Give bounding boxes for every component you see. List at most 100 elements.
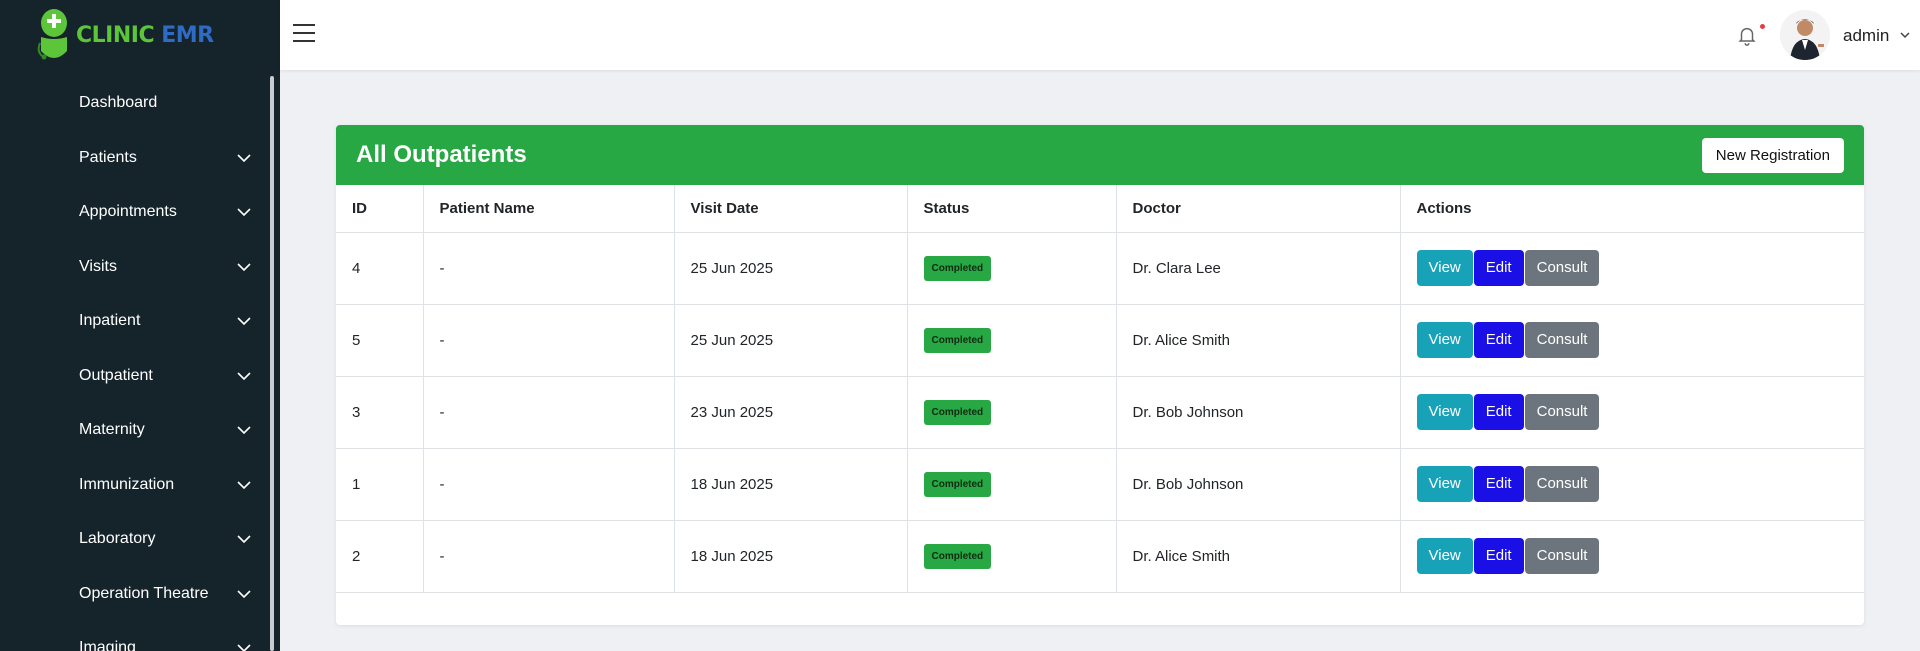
top-header: admin xyxy=(280,0,1920,70)
chevron-down-icon[interactable] xyxy=(236,640,252,651)
status-badge: Completed xyxy=(923,471,992,497)
patient-cell: - xyxy=(423,448,675,521)
view-button[interactable]: View xyxy=(1416,466,1473,502)
actions-cell: View Edit Consult xyxy=(1400,232,1864,305)
doctor-cell: Dr. Bob Johnson xyxy=(1116,448,1401,521)
status-cell: Completed xyxy=(907,448,1117,521)
table-row: 4-25 Jun 2025 Completed Dr. Clara Lee View E… xyxy=(336,232,1864,305)
patient-cell: - xyxy=(423,520,675,593)
column-header-visit-date: Visit Date xyxy=(674,185,908,233)
id-cell: 5 xyxy=(336,304,424,377)
sidebar-item-imaging[interactable]: Imaging xyxy=(0,621,280,651)
table-row: 2-18 Jun 2025 Completed Dr. Alice Smith Vie… xyxy=(336,520,1864,593)
chevron-down-icon[interactable] xyxy=(236,586,252,602)
sidebar-nav: Dashboard Patients Appointments Visits Inpat… xyxy=(0,70,280,651)
chevron-down-icon[interactable] xyxy=(236,477,252,493)
column-header-actions: Actions xyxy=(1400,185,1864,233)
date-cell: 25 Jun 2025 xyxy=(674,232,908,305)
chevron-down-icon[interactable] xyxy=(236,313,252,329)
sidebar-item-label: Dashboard xyxy=(79,94,158,112)
actions-cell: View Edit Consult xyxy=(1400,520,1864,593)
sidebar-item-maternity[interactable]: Maternity xyxy=(0,403,280,458)
status-cell: Completed xyxy=(907,520,1117,593)
sidebar-item-label: Maternity xyxy=(79,421,145,439)
table-row: 1-18 Jun 2025 Completed Dr. Bob Johnson Vie… xyxy=(336,448,1864,521)
sidebar-item-label: Laboratory xyxy=(79,530,156,548)
patient-cell: - xyxy=(423,232,675,305)
consult-button[interactable]: Consult xyxy=(1524,250,1600,286)
sidebar-item-inpatient[interactable]: Inpatient xyxy=(0,294,280,349)
new-registration-button[interactable]: New Registration xyxy=(1701,137,1844,173)
menu-icon[interactable] xyxy=(293,24,315,44)
edit-button[interactable]: Edit xyxy=(1473,394,1524,430)
edit-button[interactable]: Edit xyxy=(1473,322,1524,358)
chevron-down-icon[interactable] xyxy=(236,259,252,275)
actions-cell: View Edit Consult xyxy=(1400,376,1864,449)
table-row: 3-23 Jun 2025 Completed Dr. Bob Johnson Vie… xyxy=(336,376,1864,449)
column-header-doctor: Doctor xyxy=(1116,185,1401,233)
chevron-down-icon[interactable] xyxy=(1899,29,1911,41)
outpatients-table: ID Patient Name Visit Date Status Doctor Acti… xyxy=(336,185,1864,593)
status-badge: Completed xyxy=(923,327,992,353)
sidebar-item-label: Outpatient xyxy=(79,366,153,384)
user-name[interactable]: admin xyxy=(1843,26,1889,46)
consult-button[interactable]: Consult xyxy=(1524,322,1600,358)
sidebar-item-appointments[interactable]: Appointments xyxy=(0,185,280,240)
brand-name: CLINIC EMR xyxy=(76,23,214,48)
chevron-down-icon[interactable] xyxy=(236,531,252,547)
avatar[interactable] xyxy=(1780,10,1830,60)
view-button[interactable]: View xyxy=(1416,322,1473,358)
status-cell: Completed xyxy=(907,376,1117,449)
view-button[interactable]: View xyxy=(1416,538,1473,574)
id-cell: 1 xyxy=(336,448,424,521)
sidebar-item-laboratory[interactable]: Laboratory xyxy=(0,512,280,567)
chevron-down-icon[interactable] xyxy=(236,368,252,384)
bell-icon[interactable] xyxy=(1736,24,1758,46)
column-header-patient-name: Patient Name xyxy=(423,185,675,233)
patient-cell: - xyxy=(423,376,675,449)
chevron-down-icon[interactable] xyxy=(236,150,252,166)
column-header-id: ID xyxy=(336,185,424,233)
actions-cell: View Edit Consult xyxy=(1400,304,1864,377)
sidebar-item-label: Operation Theatre xyxy=(79,584,209,602)
sidebar-item-label: Immunization xyxy=(79,475,175,493)
medical-logo-icon xyxy=(37,9,67,60)
notification-dot xyxy=(1760,24,1765,29)
id-cell: 3 xyxy=(336,376,424,449)
edit-button[interactable]: Edit xyxy=(1473,538,1524,574)
edit-button[interactable]: Edit xyxy=(1473,250,1524,286)
doctor-cell: Dr. Clara Lee xyxy=(1116,232,1401,305)
sidebar-item-label: Visits xyxy=(79,257,117,275)
consult-button[interactable]: Consult xyxy=(1524,394,1600,430)
column-header-status: Status xyxy=(907,185,1117,233)
patient-cell: - xyxy=(423,304,675,377)
sidebar-item-immunization[interactable]: Immunization xyxy=(0,458,280,513)
status-badge: Completed xyxy=(923,543,992,569)
consult-button[interactable]: Consult xyxy=(1524,538,1600,574)
edit-button[interactable]: Edit xyxy=(1473,466,1524,502)
view-button[interactable]: View xyxy=(1416,250,1473,286)
page-title: All Outpatients xyxy=(356,141,527,168)
sidebar-item-dashboard[interactable]: Dashboard xyxy=(0,76,280,131)
view-button[interactable]: View xyxy=(1416,394,1473,430)
status-badge: Completed xyxy=(923,399,992,425)
status-badge: Completed xyxy=(923,255,992,281)
id-cell: 4 xyxy=(336,232,424,305)
sidebar-item-patients[interactable]: Patients xyxy=(0,131,280,186)
chevron-down-icon[interactable] xyxy=(236,422,252,438)
status-cell: Completed xyxy=(907,232,1117,305)
card-header: All Outpatients New Registration xyxy=(336,125,1864,185)
table-row: 5-25 Jun 2025 Completed Dr. Alice Smith Vie… xyxy=(336,304,1864,377)
sidebar-item-label: Patients xyxy=(79,148,137,166)
sidebar-scrollbar[interactable] xyxy=(270,76,274,651)
sidebar-item-visits[interactable]: Visits xyxy=(0,240,280,295)
brand-part1: CLINIC xyxy=(76,22,155,48)
date-cell: 25 Jun 2025 xyxy=(674,304,908,377)
consult-button[interactable]: Consult xyxy=(1524,466,1600,502)
sidebar-item-outpatient[interactable]: Outpatient xyxy=(0,349,280,404)
sidebar-item-operation-theatre[interactable]: Operation Theatre xyxy=(0,567,280,622)
chevron-down-icon[interactable] xyxy=(236,204,252,220)
logo[interactable]: CLINIC EMR xyxy=(0,0,280,70)
doctor-cell: Dr. Alice Smith xyxy=(1116,304,1401,377)
date-cell: 18 Jun 2025 xyxy=(674,520,908,593)
